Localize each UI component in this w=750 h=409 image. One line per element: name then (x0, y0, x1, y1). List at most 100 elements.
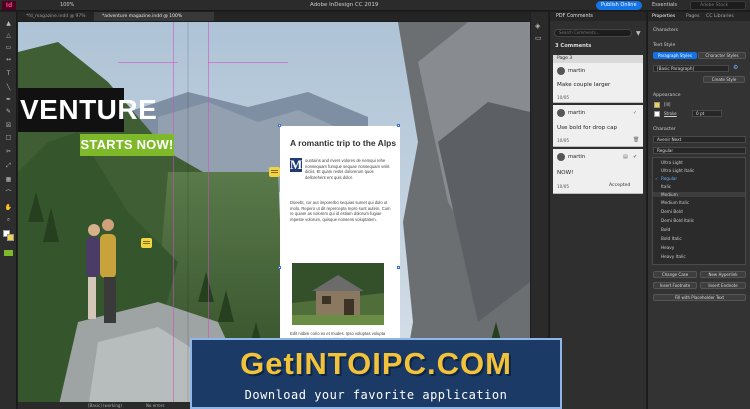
new-hyperlink-button[interactable]: New Hyperlink (700, 271, 746, 278)
panel-title: PDF Comments (550, 12, 646, 21)
style-options-icon[interactable]: ⚙ (733, 64, 738, 71)
font-style-option[interactable]: Heavy Italic (661, 254, 686, 259)
status-profile[interactable]: [Basic] (working) (88, 402, 122, 409)
create-style-button[interactable]: Create Style (703, 76, 745, 83)
type-tool-icon[interactable]: T (4, 70, 13, 77)
fill-swatch[interactable] (654, 102, 660, 108)
filter-icon[interactable]: ▼ (636, 30, 641, 37)
selection-tool-icon[interactable]: ▲ (4, 20, 13, 27)
comment-text: Use bold for drop cap (557, 125, 618, 131)
transform-tool-icon[interactable]: ⤢ (4, 162, 13, 169)
comment-pin-icon[interactable] (269, 167, 280, 177)
publish-online-button[interactable]: Publish Online (596, 1, 642, 10)
comment-card[interactable]: martin Make couple larger 10/05 (553, 63, 643, 103)
trash-icon[interactable]: 🗑 (633, 137, 639, 143)
comment-card[interactable]: martin ✓ Use bold for drop cap 10/05 🗑 (553, 105, 643, 147)
insert-endnote-button[interactable]: Insert Endnote (700, 282, 746, 289)
watermark-subtitle: Download your favorite application (244, 388, 508, 402)
change-case-button[interactable]: Change Case (653, 271, 697, 278)
page-group-header[interactable]: Page 3 (553, 55, 643, 63)
section-characters: Characters (653, 28, 679, 33)
direct-selection-icon[interactable]: △ (4, 32, 13, 39)
status-preflight[interactable]: No errors (146, 402, 164, 409)
app-logo: Id (2, 1, 16, 10)
margin-guide (118, 62, 178, 63)
tab-pages[interactable]: Pages (686, 12, 700, 21)
font-style-dropdown: Ultra Light Ultra Light Italic Regular ✓… (652, 157, 746, 265)
font-style-option[interactable]: Medium (653, 192, 745, 197)
stroke-swatch[interactable] (654, 111, 660, 117)
pencil-tool-icon[interactable]: ✎ (4, 108, 13, 115)
insert-footnote-button[interactable]: Insert Footnote (653, 282, 697, 289)
hand-tool-icon[interactable]: ✋ (4, 204, 13, 211)
font-style-option[interactable]: Bold Italic (661, 236, 682, 241)
comment-count: 3 Comments (555, 43, 592, 49)
font-style-option[interactable]: Demi Bold (661, 209, 683, 214)
page-tool-icon[interactable]: ▭ (4, 44, 13, 51)
properties-panel: Properties Pages CC Libraries Characters… (647, 12, 750, 409)
subhead-starts-now[interactable]: STARTS NOW! (80, 134, 174, 156)
font-style-option[interactable]: Italic (661, 184, 671, 189)
stock-search-input[interactable]: Adobe Stock (690, 1, 746, 10)
window-title: Adobe InDesign CC 2019 (310, 2, 379, 8)
paragraph-styles-tab[interactable]: Paragraph Styles (653, 52, 697, 59)
gap-tool-icon[interactable]: ↔ (4, 56, 13, 63)
font-style-option[interactable]: Ultra Light (661, 160, 683, 165)
user-avatar (557, 153, 565, 161)
workspace-switcher[interactable]: Essentials (652, 2, 677, 8)
tab-cc-libraries[interactable]: CC Libraries (706, 12, 734, 21)
comment-card[interactable]: martin ▤ ✔ NOW! 10/05 Accepted (553, 149, 643, 194)
tab-adventure-magazine[interactable]: *adventure magazine.indd @ 100% (94, 12, 214, 21)
zoom-level[interactable]: 100% (60, 2, 74, 8)
zoom-tool-icon[interactable]: ⌕ (4, 216, 13, 223)
eyedropper-tool-icon[interactable]: ⌒ (4, 190, 13, 197)
character-styles-tab[interactable]: Character Styles (698, 52, 746, 59)
font-style-option[interactable]: Heavy (661, 245, 674, 250)
comment-pin-icon[interactable] (141, 238, 152, 248)
watermark-title: GetINTOIPC.COM (240, 346, 512, 381)
font-style-select[interactable]: Regular (653, 147, 746, 154)
fill-placeholder-button[interactable]: Fill with Placeholder Text (653, 294, 746, 301)
user-avatar (557, 109, 565, 117)
selection-handle[interactable] (397, 124, 400, 127)
selection-handle[interactable] (278, 266, 281, 269)
document-icon[interactable]: ▤ (623, 154, 628, 160)
comment-author: martin (568, 68, 586, 74)
font-style-option[interactable]: Demi Bold Italic (661, 218, 694, 223)
apply-color-icon[interactable] (4, 250, 13, 256)
font-style-option[interactable]: Ultra Light Italic (661, 168, 694, 173)
drop-cap: M (290, 157, 303, 172)
comments-icon[interactable]: ▭ (535, 34, 542, 42)
rectangle-frame-icon[interactable]: ☒ (4, 122, 13, 129)
comment-author: martin (568, 154, 586, 160)
rectangle-tool-icon[interactable]: □ (4, 134, 13, 141)
indesign-window: Id 100% Adobe InDesign CC 2019 Publish O… (0, 0, 750, 409)
selection-handle[interactable] (397, 266, 400, 269)
character-label: Character (653, 127, 676, 132)
stroke-weight-input[interactable]: 0 pt (692, 110, 722, 117)
stroke-label[interactable]: Stroke (664, 111, 677, 116)
line-tool-icon[interactable]: ╲ (4, 84, 13, 91)
font-family-select[interactable]: Avenir Next (653, 136, 746, 143)
comments-search-input[interactable]: Search Comments... (554, 29, 632, 37)
paragraph-style-select[interactable]: [Basic Paragraph] (653, 65, 729, 72)
font-style-option[interactable]: Regular (661, 176, 677, 181)
font-style-option[interactable]: Medium Italic (661, 200, 689, 205)
cabin-photo[interactable] (292, 263, 384, 325)
tab-fd-magazine[interactable]: *fd_magazine.indd @ 97% (18, 12, 92, 21)
headline-venture[interactable]: VENTURE (18, 88, 157, 132)
checkmark-icon: ✓ (655, 176, 659, 181)
selection-handle[interactable] (278, 124, 281, 127)
scissors-tool-icon[interactable]: ✂ (4, 148, 13, 155)
pdf-comments-panel: PDF Comments Search Comments... ▼ 3 Comm… (549, 12, 646, 409)
check-circle-icon[interactable]: ✓ (633, 110, 637, 116)
gradient-tool-icon[interactable]: ▦ (4, 176, 13, 183)
font-style-option[interactable]: Bold (661, 227, 670, 232)
stroke-swatch[interactable] (7, 234, 14, 241)
comment-author: martin (568, 110, 586, 116)
pen-tool-icon[interactable]: ✒ (4, 96, 13, 103)
panel-tabs: Properties Pages CC Libraries (648, 12, 750, 21)
layers-icon[interactable]: ◈ (535, 22, 540, 30)
tab-properties[interactable]: Properties (652, 12, 675, 21)
check-circle-icon[interactable]: ✔ (633, 154, 637, 160)
